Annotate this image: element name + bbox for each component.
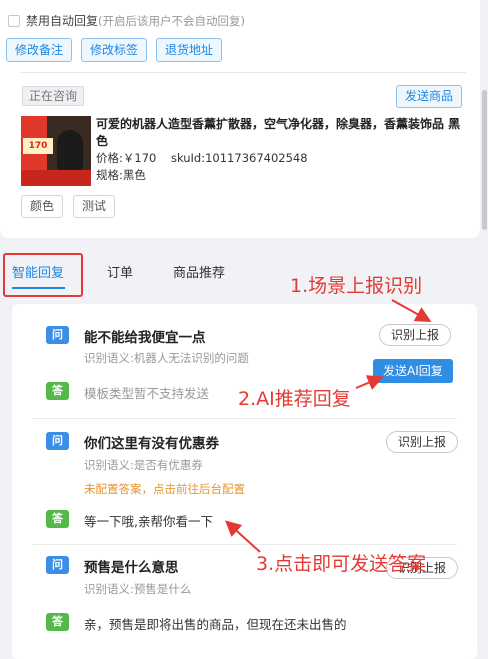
disable-auto-reply-row[interactable]: 禁用自动回复 (开启后该用户不会自动回复) xyxy=(8,12,245,29)
tag-color[interactable]: 颜色 xyxy=(21,195,64,218)
scrollbar-thumb[interactable] xyxy=(482,90,487,230)
disable-auto-reply-checkbox[interactable] xyxy=(8,14,20,27)
question-badge: 问 xyxy=(46,326,69,344)
smart-reply-list: 问 能不能给我便宜一点 识别上报 识别语义:机器人无法识别的问题 发送AI回复 … xyxy=(12,304,477,659)
answer-badge: 答 xyxy=(46,613,69,631)
answer-text[interactable]: 模板类型暂不支持发送 xyxy=(84,383,209,402)
return-address-button[interactable]: 退货地址 xyxy=(156,38,223,62)
semantic-text: 识别语义:预售是什么 xyxy=(84,582,192,596)
config-answer-link[interactable]: 未配置答案，点击前往后台配置 xyxy=(84,481,245,497)
report-recognition-button[interactable]: 识别上报 xyxy=(379,324,452,346)
divider xyxy=(20,72,466,73)
spec-label: 规格: xyxy=(96,168,123,182)
consult-status-badge: 正在咨询 xyxy=(22,86,85,106)
send-ai-reply-button[interactable]: 发送AI回复 xyxy=(373,359,453,383)
disable-auto-reply-hint: (开启后该用户不会自动回复) xyxy=(98,13,245,28)
annotation-ai-reply: 2.AI推荐回复 xyxy=(238,388,351,410)
sku-value: 10117367402548 xyxy=(205,151,308,165)
product-thumbnail-price: 170 xyxy=(23,138,53,154)
product-thumbnail[interactable]: 170 xyxy=(21,116,91,186)
product-tags: 颜色 测试 xyxy=(21,195,125,218)
tab-orders[interactable]: 订单 xyxy=(107,262,133,281)
edit-remark-button[interactable]: 修改备注 xyxy=(6,38,73,62)
question-badge: 问 xyxy=(46,432,69,450)
send-product-button[interactable]: 发送商品 xyxy=(396,85,463,108)
spec-value: 黑色 xyxy=(122,168,146,182)
divider xyxy=(32,418,457,419)
annotation-click-send: 3.点击即可发送答案 xyxy=(256,553,427,575)
question-text: 你们这里有没有优惠券 xyxy=(84,436,219,452)
highlight-box xyxy=(3,253,83,297)
price-label: 价格: xyxy=(96,151,123,165)
price-value: ￥170 xyxy=(122,151,157,165)
answer-text[interactable]: 等一下哦,亲帮你看一下 xyxy=(84,511,213,530)
answer-badge: 答 xyxy=(46,382,69,400)
product-spec-line: 规格:黑色 xyxy=(96,167,146,183)
answer-badge: 答 xyxy=(46,510,69,528)
sku-label: skuId: xyxy=(170,151,206,165)
edit-tag-button[interactable]: 修改标签 xyxy=(81,38,148,62)
product-price-line: 价格:￥170 skuId:10117367402548 xyxy=(96,150,308,166)
user-info-card: 禁用自动回复 (开启后该用户不会自动回复) 修改备注 修改标签 退货地址 正在咨… xyxy=(0,0,480,238)
question-badge: 问 xyxy=(46,556,69,574)
tab-product-recommend[interactable]: 商品推荐 xyxy=(173,262,225,281)
semantic-text: 识别语义:是否有优惠券 xyxy=(84,458,203,472)
answer-text[interactable]: 亲，预售是即将出售的商品，但现在还未出售的 xyxy=(84,614,347,633)
tag-test[interactable]: 测试 xyxy=(73,195,116,218)
report-recognition-button[interactable]: 识别上报 xyxy=(386,431,459,453)
annotation-scene-report: 1.场景上报识别 xyxy=(290,275,423,297)
divider xyxy=(32,544,457,545)
disable-auto-reply-label: 禁用自动回复 xyxy=(26,14,99,28)
user-action-buttons: 修改备注 修改标签 退货地址 xyxy=(6,38,231,62)
semantic-text: 识别语义:机器人无法识别的问题 xyxy=(84,351,249,365)
question-text: 预售是什么意思 xyxy=(84,560,179,576)
product-title[interactable]: 可爱的机器人造型香薰扩散器，空气净化器，除臭器，香薰装饰品 黑色 xyxy=(96,116,468,150)
question-text: 能不能给我便宜一点 xyxy=(84,330,206,346)
